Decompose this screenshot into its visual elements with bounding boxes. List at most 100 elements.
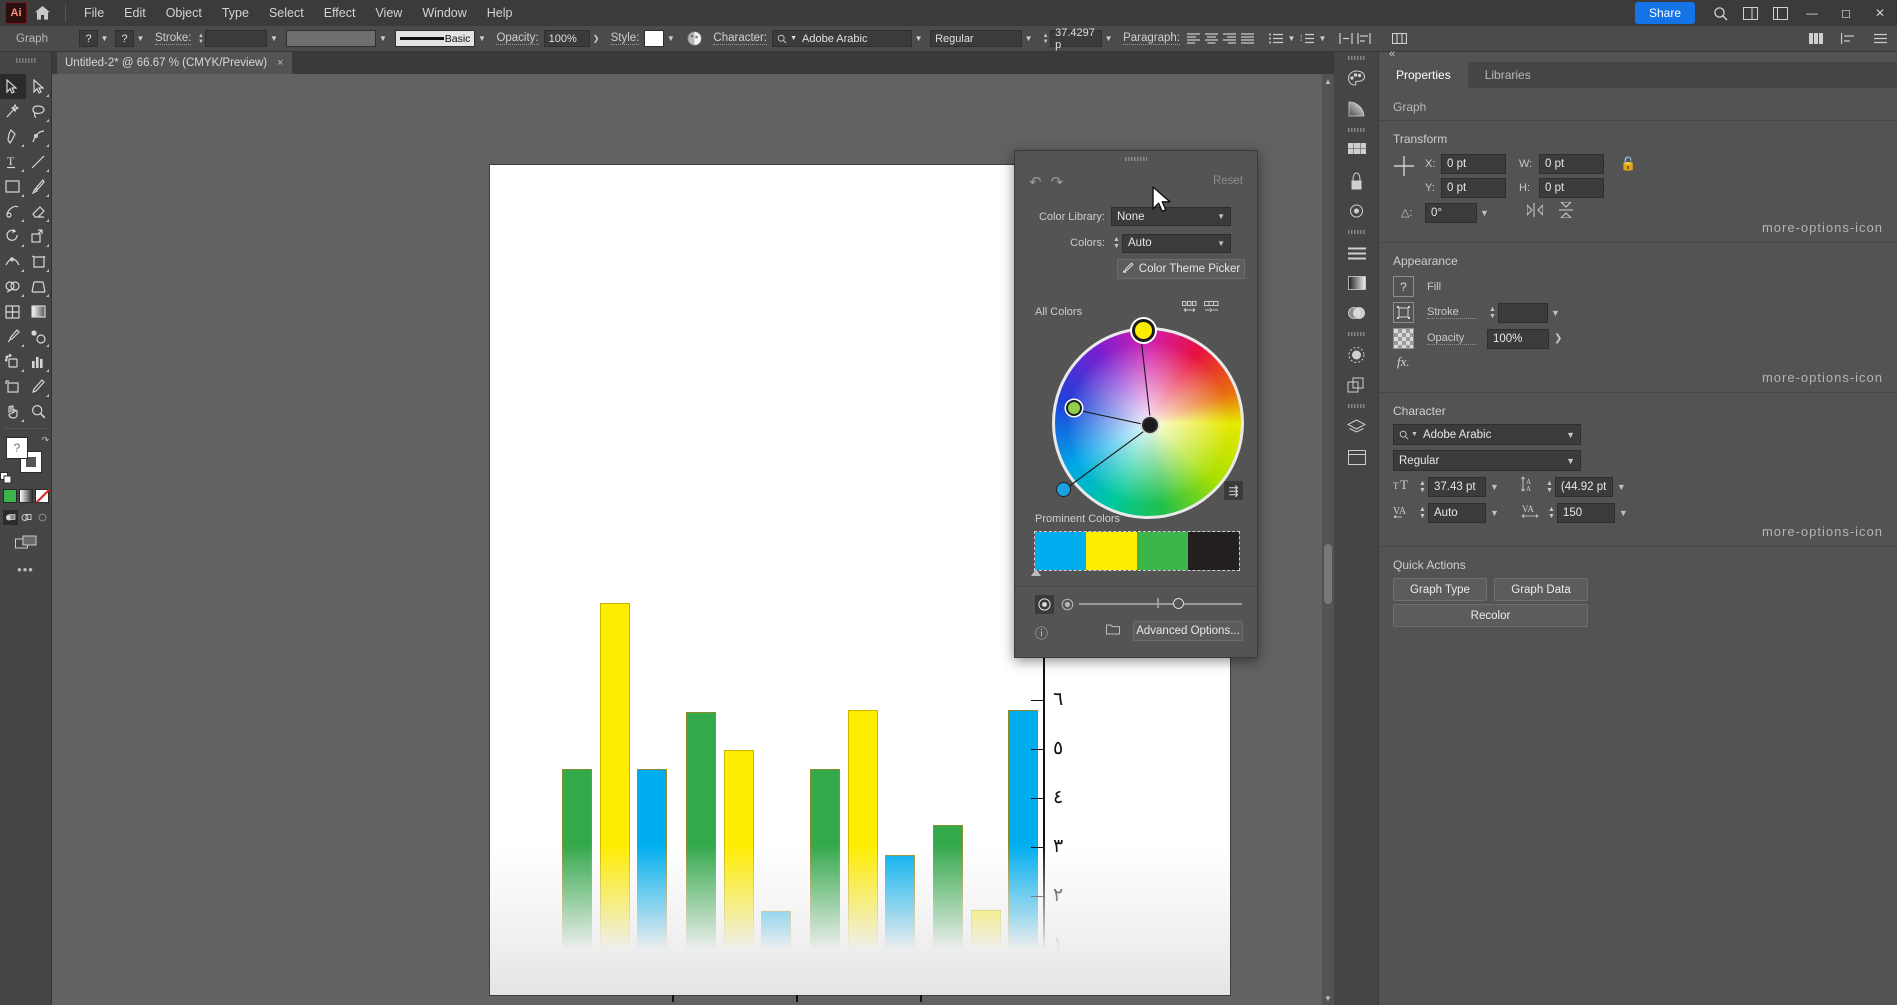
font-family-field[interactable]: ▼ Adobe Arabic	[772, 30, 913, 47]
tools-panel-grip[interactable]	[16, 58, 36, 63]
brush-chevron-down-icon[interactable]: ▼	[475, 30, 488, 47]
panel-menu-icon[interactable]	[1871, 30, 1889, 48]
direct-selection-tool[interactable]	[26, 74, 52, 99]
stroke-weight-chevron-down-icon-panel[interactable]: ▼	[1551, 308, 1560, 318]
link-icon[interactable]: ⇶	[1224, 481, 1243, 500]
canvas-vertical-scrollbar[interactable]: ▲ ▼	[1322, 74, 1334, 1005]
panel-font-size-field[interactable]: 37.43 pt	[1428, 476, 1486, 497]
brush-definition-field[interactable]: Basic	[395, 30, 476, 47]
leading-stepper[interactable]: ▲ ▼	[1544, 477, 1555, 497]
transform-more-icon[interactable]: more-options-icon	[1762, 220, 1883, 235]
stroke-swatch[interactable]	[1393, 302, 1414, 323]
redo-icon[interactable]: ↷	[1051, 173, 1064, 193]
gradient-tool[interactable]	[26, 299, 52, 324]
flip-vertical-icon[interactable]	[1558, 201, 1573, 223]
scrollbar-thumb[interactable]	[1324, 544, 1332, 604]
green-handle[interactable]	[1066, 400, 1082, 416]
graphic-style-swatch[interactable]	[644, 30, 665, 47]
opacity-field[interactable]: 100%	[543, 30, 590, 47]
show-brightness-icon[interactable]	[1058, 595, 1077, 614]
edit-toolbar-icon[interactable]: •••	[0, 562, 51, 577]
rotate-tool[interactable]	[0, 224, 26, 249]
zoom-tool[interactable]	[26, 399, 52, 424]
scale-tool[interactable]	[26, 224, 52, 249]
line-segment-tool[interactable]	[26, 149, 52, 174]
default-fill-stroke-icon[interactable]	[0, 471, 12, 484]
yellow-handle[interactable]	[1132, 319, 1155, 342]
recolor-artwork-dialog[interactable]: ↶ ↷ Reset Color Library: None ▼ Colors: …	[1014, 150, 1259, 658]
transform-x-field[interactable]: 0 pt	[1441, 154, 1506, 174]
numbered-list-chevron-down-icon[interactable]: ▼	[1316, 30, 1329, 47]
eraser-tool[interactable]	[26, 199, 52, 224]
color-panel-icon[interactable]	[1334, 64, 1379, 94]
blend-tool[interactable]	[26, 324, 52, 349]
align-left-icon[interactable]	[1185, 30, 1203, 48]
font-size-field[interactable]: 37.4297 p	[1050, 27, 1103, 51]
prominent-colors-marker[interactable]	[1031, 569, 1041, 576]
swap-fill-stroke-icon[interactable]: ↷	[41, 435, 49, 446]
advanced-options-button[interactable]: Advanced Options...	[1133, 621, 1243, 641]
free-transform-tool[interactable]	[26, 249, 52, 274]
transform-y-field[interactable]: 0 pt	[1441, 178, 1506, 198]
type-tool[interactable]: T	[0, 149, 26, 174]
selection-tool[interactable]	[0, 74, 26, 99]
swatches-panel-icon[interactable]	[1334, 136, 1379, 166]
font-style-chevron-down-icon[interactable]: ▼	[1022, 30, 1035, 47]
width-profile-chevron-down-icon[interactable]: ▼	[376, 30, 389, 47]
panel-tracking-field[interactable]: 150	[1556, 502, 1615, 523]
menu-file[interactable]: File	[74, 2, 114, 24]
color-wheel[interactable]	[1052, 319, 1244, 519]
panel-leading-field[interactable]: (44.92 pt	[1554, 476, 1613, 497]
rtl-direction-icon[interactable]	[1337, 30, 1355, 48]
pathfinder-panel-icon[interactable]	[1334, 370, 1379, 400]
colors-stepper[interactable]: ▲ ▼	[1111, 233, 1122, 253]
hand-tool[interactable]	[0, 399, 26, 424]
draw-behind-icon[interactable]	[19, 510, 34, 525]
colors-select[interactable]: Auto ▼	[1122, 233, 1231, 253]
undo-icon[interactable]: ↶	[1029, 173, 1042, 193]
stroke-weight-stepper-panel[interactable]: ▲ ▼	[1487, 303, 1498, 323]
dialog-drag-handle[interactable]	[1125, 157, 1147, 161]
shape-builder-tool[interactable]	[0, 274, 26, 299]
align-justify-icon[interactable]	[1239, 30, 1257, 48]
base-handle[interactable]	[1142, 417, 1158, 433]
align-right-icon[interactable]	[1221, 30, 1239, 48]
stroke-weight-stepper[interactable]: ▲ ▼	[196, 30, 205, 47]
draw-normal-icon[interactable]	[3, 510, 18, 525]
stroke-chevron-down-icon[interactable]: ▼	[134, 30, 147, 47]
leading-chevron-down-icon[interactable]: ▼	[1617, 482, 1626, 492]
constrain-proportions-icon[interactable]: 🔓	[1620, 156, 1636, 172]
layers-panel-icon[interactable]	[1334, 412, 1379, 442]
perspective-grid-tool[interactable]	[26, 274, 52, 299]
panel-stroke-weight-field[interactable]	[1498, 302, 1548, 323]
workspace-switcher-icon[interactable]	[1765, 0, 1795, 26]
prominent-color-1[interactable]	[1035, 532, 1086, 570]
bulleted-list-icon[interactable]	[1267, 30, 1285, 48]
reference-point-icon[interactable]	[1393, 155, 1415, 182]
fill-chevron-down-icon[interactable]: ▼	[98, 30, 111, 47]
gradient-swatch-button[interactable]	[19, 489, 33, 503]
recolor-artwork-icon[interactable]	[685, 30, 703, 48]
transparency-panel-icon[interactable]	[1334, 298, 1379, 328]
width-tool[interactable]	[0, 249, 26, 274]
gradient-panel-icon[interactable]	[1334, 94, 1379, 124]
menu-type[interactable]: Type	[212, 2, 259, 24]
font-size-stepper-panel[interactable]: ▲ ▼	[1417, 477, 1428, 497]
rail-grip-1[interactable]	[1334, 52, 1379, 64]
document-tab[interactable]: Untitled-2* @ 66.67 % (CMYK/Preview) ×	[57, 52, 292, 74]
menu-window[interactable]: Window	[412, 2, 476, 24]
rectangle-tool[interactable]	[0, 174, 26, 199]
opacity-swatch[interactable]	[1393, 328, 1414, 349]
unlink-harmony-colors-icon[interactable]	[1204, 301, 1219, 320]
color-theme-picker-button[interactable]: Color Theme Picker	[1117, 259, 1245, 279]
prominent-color-2[interactable]	[1086, 532, 1137, 570]
panel-kerning-field[interactable]: Auto	[1428, 502, 1486, 523]
tracking-chevron-down-icon[interactable]: ▼	[1619, 508, 1628, 518]
paragraph-panel-icon[interactable]	[1334, 238, 1379, 268]
tab-libraries[interactable]: Libraries	[1468, 62, 1548, 88]
panel-font-style-select[interactable]: Regular ▼	[1393, 450, 1581, 471]
more-options-icon[interactable]	[1391, 30, 1409, 48]
save-theme-icon[interactable]	[1106, 624, 1120, 638]
font-size-chevron-down-icon-panel[interactable]: ▼	[1490, 482, 1499, 492]
numbered-list-icon[interactable]: 12	[1298, 30, 1316, 48]
